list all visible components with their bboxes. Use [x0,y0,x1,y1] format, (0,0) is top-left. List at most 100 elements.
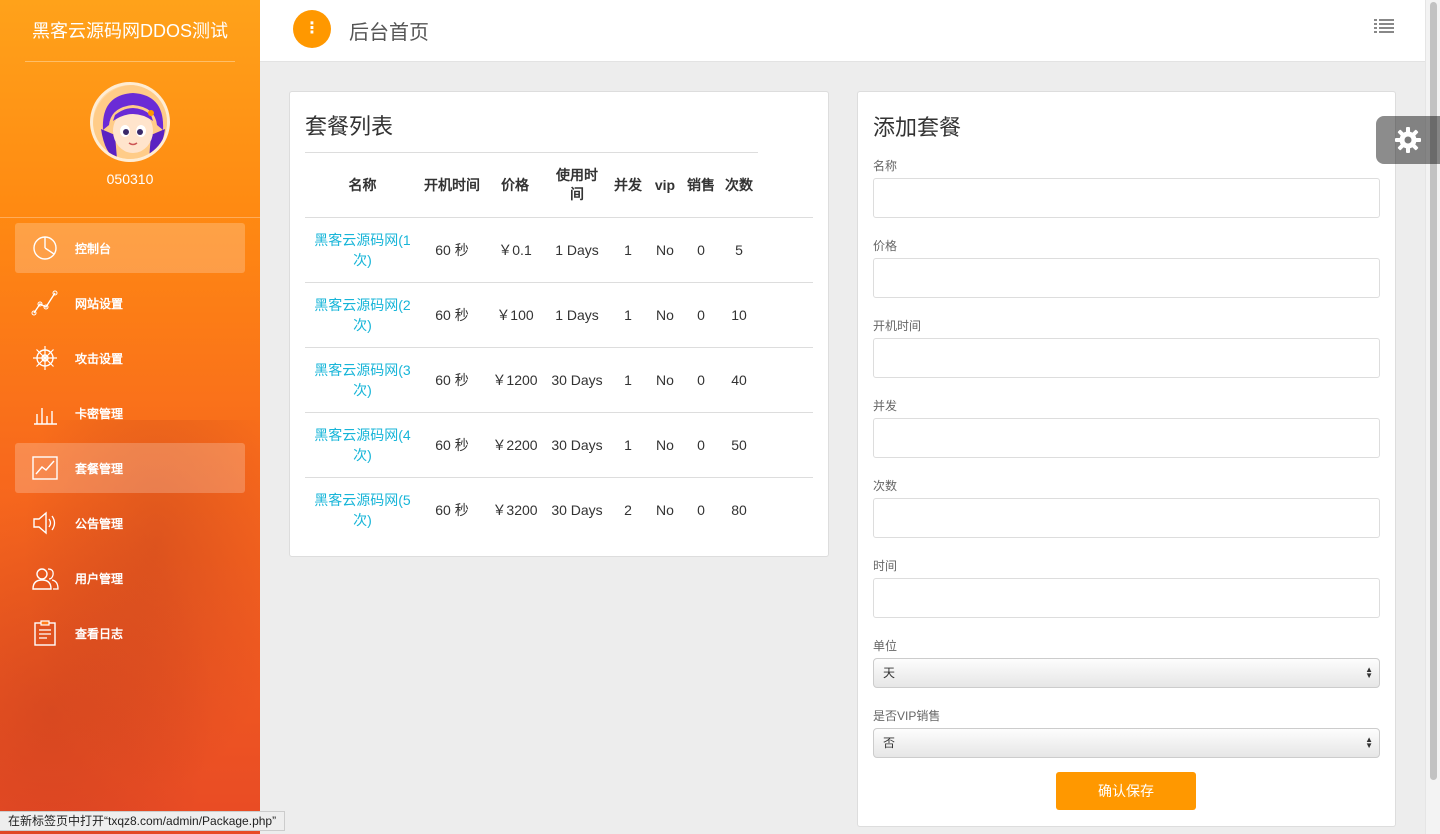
cell-concurrent: 1 [608,282,648,348]
speaker-icon [31,510,59,536]
count-field[interactable] [873,498,1380,538]
package-list-title: 套餐列表 [305,114,394,139]
cell-sales: 0 [682,217,720,283]
table-row: 黑客云源码网(3次) 60 秒 ￥1200 30 Days 1 No 0 40 [305,347,813,413]
table-header-row: 名称 开机时间 价格 使用时间 并发 vip 销售 次数 [305,152,813,218]
cell-vip: No [648,282,682,348]
pie-chart-icon [31,235,59,261]
unit-select-value: 天 [883,666,896,680]
cell-sales: 0 [682,282,720,348]
sidebar-item-dashboard[interactable]: 控制台 [15,223,245,273]
package-name-link[interactable]: 黑客云源码网(3次) [305,347,420,413]
column-header: 使用时间 [546,152,608,218]
vip-sale-select[interactable]: 否 ▲ ▼ [873,728,1380,758]
package-name-link[interactable]: 黑客云源码网(2次) [305,282,420,348]
sidebar-item-label: 套餐管理 [75,461,124,476]
cell-price: ￥2200 [484,412,546,478]
cell-boot-time: 60 秒 [420,282,484,348]
column-header: vip [648,152,682,218]
sidebar: 黑客云源码网DDOS测试 050310 控制台 网站设置 攻击设置 卡密管理 套… [0,0,260,834]
save-button[interactable]: 确认保存 [1056,772,1196,810]
count-label: 次数 [873,479,898,493]
cell-spacer [758,217,813,283]
brand-title[interactable]: 黑客云源码网DDOS测试 [0,17,260,43]
cell-vip: No [648,217,682,283]
cell-boot-time: 60 秒 [435,502,469,519]
sidebar-item-user-management[interactable]: 用户管理 [15,553,245,603]
top-header: ⋮ 后台首页 [260,0,1425,62]
sidebar-item-attack-settings[interactable]: 攻击设置 [15,333,245,383]
add-package-title: 添加套餐 [873,115,962,140]
column-header: 次数 [720,152,758,218]
list-icon[interactable] [1374,18,1394,34]
helm-icon [31,345,59,371]
sidebar-item-site-settings[interactable]: 网站设置 [15,278,245,328]
sidebar-item-package-management[interactable]: 套餐管理 [15,443,245,493]
clipboard-icon [31,620,59,646]
sidebar-item-label: 用户管理 [75,571,124,586]
vip-sale-select-value: 否 [883,736,896,750]
column-header: 销售 [682,152,720,218]
unit-label: 单位 [873,639,898,653]
avatar[interactable] [90,82,170,162]
sidebar-item-card-management[interactable]: 卡密管理 [15,388,245,438]
more-menu-button[interactable]: ⋮ [293,10,331,48]
cell-boot-time: 60 秒 [420,412,484,478]
cell-concurrent: 2 [624,502,632,519]
table-row: 黑客云源码网(5次) 60 秒 ￥3200 30 Days 2 No 0 80 [305,478,813,543]
time-label: 时间 [873,559,898,573]
sidebar-item-label: 网站设置 [75,296,124,311]
column-header: 名称 [305,152,420,218]
cell-sales: 0 [697,502,705,519]
time-field[interactable] [873,578,1380,618]
unit-select[interactable]: 天 ▲ ▼ [873,658,1380,688]
sidebar-item-announcements[interactable]: 公告管理 [15,498,245,548]
cell-sales: 0 [682,412,720,478]
cell-duration: 30 Days [551,502,603,519]
boot-time-field[interactable] [873,338,1380,378]
cell-duration: 1 Days [546,217,608,283]
cell-count: 80 [731,502,747,519]
price-field[interactable] [873,258,1380,298]
cell-spacer [758,412,813,478]
package-name-link[interactable]: 黑客云源码网(4次) [305,412,420,478]
cell-spacer [758,282,813,348]
cell-count: 40 [720,347,758,413]
sidebar-nav: 控制台 网站设置 攻击设置 卡密管理 套餐管理 公告管理 用户管理 查看日志 [15,223,245,663]
select-arrows-icon: ▲ ▼ [1365,665,1373,680]
cell-spacer [758,478,813,543]
sidebar-item-label: 公告管理 [75,516,124,531]
package-name-link[interactable]: 黑客云源码网(5次) [305,478,420,543]
select-arrows-icon: ▲ ▼ [1365,735,1373,750]
column-spacer [758,152,813,218]
column-header: 价格 [484,152,546,218]
cell-boot-time: 60 秒 [420,347,484,413]
package-list-card: 套餐列表 名称 开机时间 价格 使用时间 并发 vip 销售 次数 黑客云源码网… [289,91,829,557]
name-field[interactable] [873,178,1380,218]
cell-price: ￥3200 [492,502,538,519]
sidebar-item-label: 查看日志 [75,626,124,641]
package-table: 名称 开机时间 价格 使用时间 并发 vip 销售 次数 黑客云源码网(1次) … [305,152,813,543]
cell-sales: 0 [682,347,720,413]
concurrent-field[interactable] [873,418,1380,458]
cell-price: ￥1200 [484,347,546,413]
cell-count: 5 [720,217,758,283]
cell-price: ￥0.1 [484,217,546,283]
table-row: 黑客云源码网(2次) 60 秒 ￥100 1 Days 1 No 0 10 [305,282,813,348]
sidebar-item-view-logs[interactable]: 查看日志 [15,608,245,658]
column-header: 并发 [608,152,648,218]
cell-concurrent: 1 [608,412,648,478]
name-label: 名称 [873,159,898,173]
boot-time-label: 开机时间 [873,319,922,333]
package-name-link[interactable]: 黑客云源码网(1次) [305,217,420,283]
cell-concurrent: 1 [608,347,648,413]
cell-duration: 30 Days [546,412,608,478]
settings-toggle[interactable] [1376,116,1440,164]
cell-price: ￥100 [484,282,546,348]
vip-sale-label: 是否VIP销售 [873,709,941,723]
page-title: 后台首页 [349,22,429,44]
divider [0,217,260,218]
divider [25,61,235,62]
sidebar-item-label: 攻击设置 [75,351,124,366]
column-header: 开机时间 [420,152,484,218]
